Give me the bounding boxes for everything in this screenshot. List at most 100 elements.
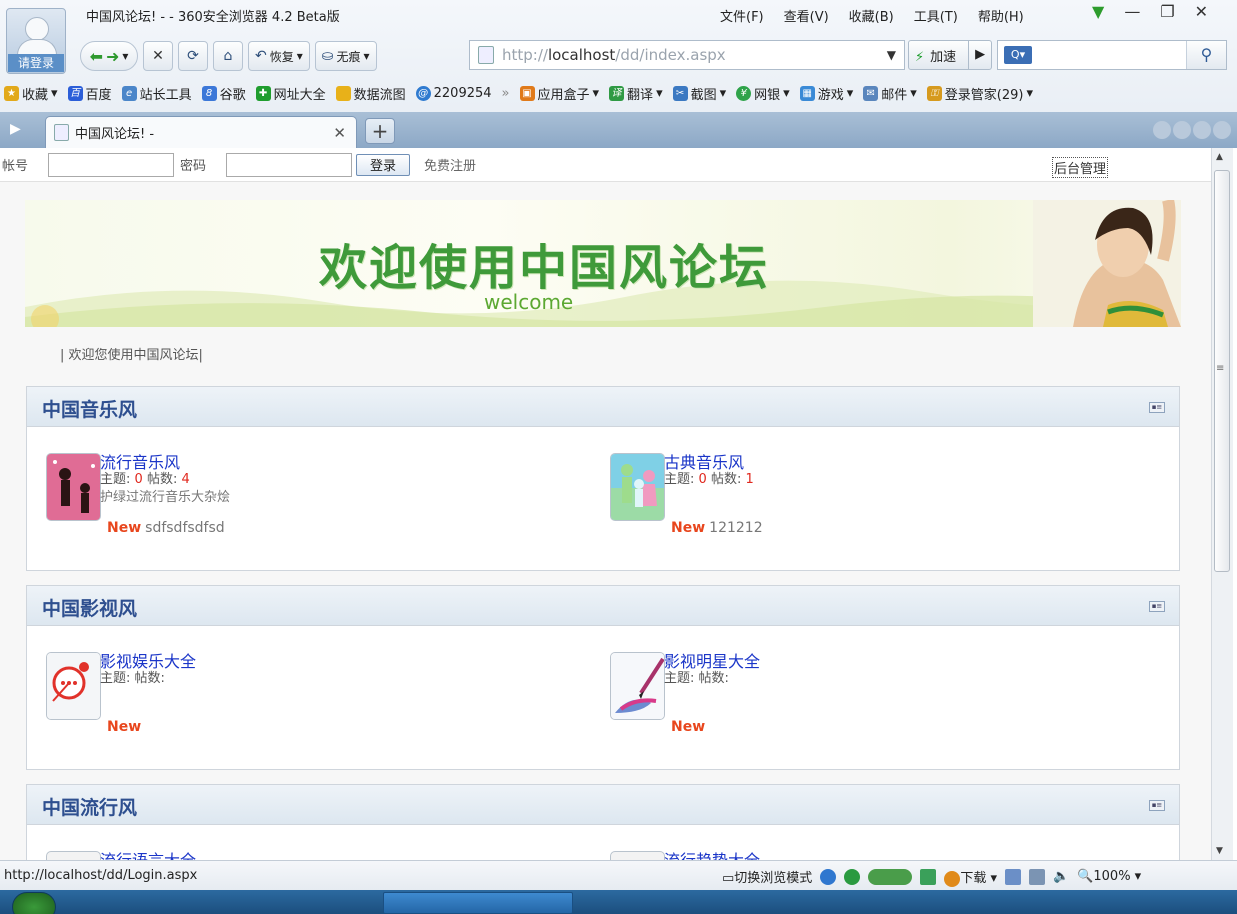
tab-current[interactable]: 中国风论坛! - ✕ [45, 116, 357, 148]
document-icon[interactable] [1005, 868, 1021, 885]
stop-button[interactable]: ✕ [143, 41, 173, 71]
favorite-item[interactable]: ★ 收藏 ▾ [4, 84, 58, 103]
menu-view[interactable]: 查看(V) [784, 6, 829, 25]
restore-icon[interactable]: ❐ [1160, 2, 1174, 21]
home-button[interactable]: ⌂ [213, 41, 243, 71]
favorite-item[interactable]: ✉ 邮件 ▾ [863, 84, 917, 103]
start-button[interactable] [12, 892, 56, 914]
section-title[interactable]: 中国音乐风 [42, 395, 137, 422]
disk-icon[interactable] [1029, 868, 1045, 885]
skin-icon[interactable]: ▼ [1092, 2, 1104, 21]
menu-tools[interactable]: 工具(T) [914, 6, 958, 25]
scroll-up-icon[interactable]: ▲ [1216, 152, 1223, 162]
vertical-scrollbar[interactable]: ▲ ≡ ▼ [1211, 148, 1233, 860]
favorite-label: 百度 [85, 87, 112, 103]
incognito-button[interactable]: ⛀ 无痕 ▾ [314, 41, 377, 71]
forum-name-link[interactable]: 流行趋势大全 [664, 847, 760, 860]
password-input[interactable] [226, 152, 353, 177]
minimize-icon[interactable]: — [1124, 2, 1140, 21]
tab-close-icon[interactable] [1213, 121, 1231, 139]
more-favorites-icon[interactable]: » [502, 86, 510, 101]
forum-section-trend: 中国流行风 ▪≡ 流行语言大全 流行趋势大全 [26, 784, 1180, 860]
restore-button[interactable]: ↶ 恢复 ▾ [248, 41, 310, 71]
brush-icon[interactable] [610, 652, 665, 720]
search-icon[interactable]: ⚲ [1186, 41, 1226, 69]
address-text[interactable]: http://localhost/dd/index.aspx [502, 46, 726, 64]
close-window-icon[interactable]: ✕ [1195, 2, 1208, 21]
avatar-login-label[interactable]: 请登录 [8, 54, 64, 72]
search-box[interactable]: Q▾ ⚲ [997, 40, 1227, 70]
favorite-item[interactable]: @2209254 [415, 85, 492, 101]
switch-mode-button[interactable]: ▭切换浏览模式 [722, 867, 812, 886]
latest-post[interactable]: New 121212 [671, 520, 763, 536]
chevron-down-icon[interactable]: ▾ [122, 49, 128, 63]
latest-post[interactable]: New sdfsdfsdfsd [107, 520, 225, 536]
favorite-item[interactable]: ▣ 应用盒子 ▾ [519, 84, 599, 103]
page-icon[interactable] [46, 851, 101, 860]
account-label: 帐号 [2, 159, 29, 174]
refresh-button[interactable]: ⟳ [178, 41, 208, 71]
favorite-item[interactable]: 译翻译 ▾ [609, 84, 663, 103]
latest-post-title[interactable]: 121212 [709, 520, 762, 536]
favorite-item[interactable]: 百百度 [67, 84, 112, 103]
forum-name-link[interactable]: 流行语言大全 [100, 847, 196, 860]
classical-music-icon[interactable] [610, 453, 665, 521]
speaker-icon[interactable]: 🔈 [1053, 869, 1069, 884]
back-arrow-icon[interactable]: ⬅ [90, 47, 103, 66]
favorite-item[interactable]: 数据流图 [335, 84, 406, 103]
scroll-down-icon[interactable]: ▼ [1216, 846, 1223, 856]
tab-list-icon[interactable] [1193, 121, 1211, 139]
tab-left-icon[interactable] [1153, 121, 1171, 139]
forward-arrow-icon[interactable]: ➜ [106, 47, 119, 66]
back-forward-button[interactable]: ⬅ ➜ ▾ [80, 41, 138, 71]
google-icon: 8 [201, 85, 217, 101]
close-tab-icon[interactable]: ✕ [333, 124, 346, 142]
admin-link[interactable]: 后台管理 [1052, 157, 1109, 178]
latest-post[interactable]: New [107, 719, 145, 735]
security-icon[interactable] [844, 868, 861, 885]
chart-icon[interactable] [920, 868, 937, 885]
collapse-icon[interactable]: ▪≡ [1149, 601, 1165, 612]
menu-help[interactable]: 帮助(H) [978, 6, 1024, 25]
new-tab-button[interactable]: + [365, 118, 395, 144]
favorite-item[interactable]: ⚿ 登录管家(29) ▾ [926, 84, 1033, 103]
sidebar-toggle-icon[interactable]: ▶ [10, 121, 21, 137]
address-dropdown-icon[interactable]: ▼ [887, 48, 896, 62]
download-button[interactable]: 下载 ▾ [944, 867, 997, 887]
ie-icon[interactable] [820, 868, 837, 885]
favorite-item[interactable]: 8 谷歌 [201, 84, 246, 103]
section-title[interactable]: 中国影视风 [42, 594, 137, 621]
menu-favorites[interactable]: 收藏(B) [849, 6, 894, 25]
page-icon[interactable] [610, 851, 665, 860]
search-engine-icon[interactable]: Q▾ [1004, 46, 1032, 64]
register-link[interactable]: 免费注册 [424, 155, 476, 174]
favorite-label: 网银 [754, 87, 781, 103]
play-icon[interactable]: ▶ [968, 41, 991, 69]
speed-up-button[interactable]: ⚡ 加速 ▶ [908, 40, 993, 70]
topics-label: 主题: [100, 472, 131, 487]
user-avatar[interactable]: 请登录 [6, 8, 66, 74]
toggle-icon[interactable] [868, 868, 913, 885]
chat-bubble-icon[interactable] [46, 652, 101, 720]
lightning-icon: ⚡ 加速 [909, 46, 968, 65]
qq-icon: @ [415, 85, 431, 101]
menu-file[interactable]: 文件(F) [720, 6, 764, 25]
favorite-item[interactable]: ▦ 游戏 ▾ [799, 84, 853, 103]
collapse-icon[interactable]: ▪≡ [1149, 800, 1165, 811]
pop-music-icon[interactable] [46, 453, 101, 521]
key-icon: ⚿ [926, 85, 942, 101]
favorite-item[interactable]: e 站长工具 [121, 84, 192, 103]
section-title[interactable]: 中国流行风 [42, 793, 137, 820]
favorite-item[interactable]: ✚ 网址大全 [255, 84, 326, 103]
address-bar[interactable]: http://localhost/dd/index.aspx ▼ [469, 40, 905, 70]
collapse-icon[interactable]: ▪≡ [1149, 402, 1165, 413]
login-button[interactable]: 登录 [356, 153, 411, 176]
zoom-control[interactable]: 🔍100% ▾ [1077, 869, 1141, 884]
latest-post[interactable]: New [671, 719, 709, 735]
tab-right-icon[interactable] [1173, 121, 1191, 139]
account-input[interactable] [48, 152, 175, 177]
favorite-item[interactable]: ¥ 网银 ▾ [736, 84, 790, 103]
taskbar-browser-item[interactable] [383, 892, 573, 914]
favorite-item[interactable]: ✂ 截图 ▾ [672, 84, 726, 103]
latest-post-title[interactable]: sdfsdfsdfsd [145, 520, 225, 536]
